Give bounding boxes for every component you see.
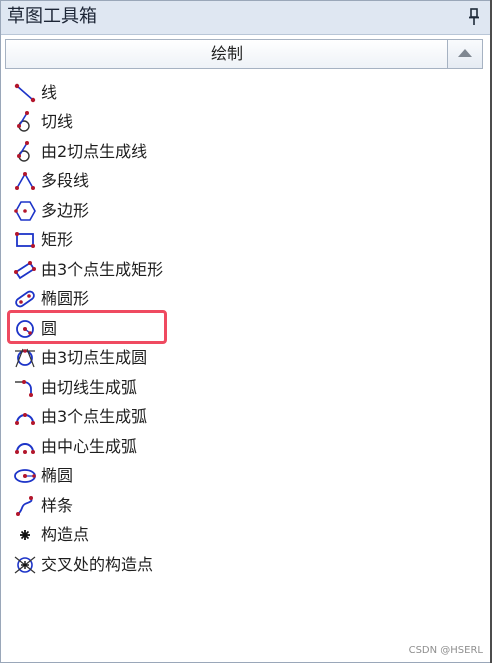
- tool-spline[interactable]: 样条: [11, 491, 471, 521]
- toolbox-title-bar: 草图工具箱: [1, 1, 491, 35]
- tool-line-two-tangents[interactable]: 由2切点生成线: [11, 137, 471, 167]
- rectangle-3pts-icon: [11, 258, 39, 282]
- tool-label: 由2切点生成线: [41, 141, 148, 161]
- rectangle-icon: [11, 228, 39, 252]
- tool-label: 椭圆: [41, 466, 74, 486]
- tool-label: 矩形: [41, 230, 74, 250]
- pin-icon[interactable]: [468, 8, 480, 26]
- tool-circle-3tangents[interactable]: 由3切点生成圆: [11, 344, 471, 374]
- tool-polyline[interactable]: 多段线: [11, 167, 471, 197]
- tool-label: 多边形: [41, 200, 90, 220]
- arc-center-icon: [11, 435, 39, 459]
- tool-rectangle[interactable]: 矩形: [11, 226, 471, 256]
- tool-label: 构造点: [41, 525, 90, 545]
- tool-label: 多段线: [41, 171, 90, 191]
- tool-label: 由中心生成弧: [41, 436, 138, 456]
- oblong-icon: [11, 287, 39, 311]
- line-two-tangents-icon: [11, 140, 39, 164]
- polyline-icon: [11, 169, 39, 193]
- tool-arc-tangent[interactable]: 由切线生成弧: [11, 373, 471, 403]
- line-icon: [11, 81, 39, 105]
- tool-label: 由3个点生成弧: [41, 407, 148, 427]
- tool-polygon[interactable]: 多边形: [11, 196, 471, 226]
- arc-3pts-icon: [11, 405, 39, 429]
- scroll-up-icon: [458, 49, 472, 57]
- spline-icon: [11, 494, 39, 518]
- tangent-line-icon: [11, 110, 39, 134]
- polygon-icon: [11, 199, 39, 223]
- construction-point-icon: [11, 523, 39, 547]
- tool-label: 由切线生成弧: [41, 377, 138, 397]
- tool-ellipse[interactable]: 椭圆: [11, 462, 471, 492]
- tool-label: 由3切点生成圆: [41, 348, 148, 368]
- toolbox-title: 草图工具箱: [7, 6, 97, 27]
- watermark: CSDN @HSERL: [408, 645, 483, 656]
- tool-label: 椭圆形: [41, 289, 90, 309]
- tool-label: 线: [41, 82, 58, 102]
- circle-3tangents-icon: [11, 346, 39, 370]
- ellipse-icon: [11, 464, 39, 488]
- intersection-point-icon: [11, 553, 39, 577]
- circle-tool-highlight: [7, 310, 167, 344]
- tool-label: 交叉处的构造点: [41, 554, 154, 574]
- scroll-up-button[interactable]: [447, 39, 483, 69]
- tool-tangent-line[interactable]: 切线: [11, 108, 471, 138]
- draw-section-label: 绘制: [210, 44, 243, 63]
- tool-label: 由3个点生成矩形: [41, 259, 164, 279]
- tool-label: 切线: [41, 112, 74, 132]
- tool-rectangle-3pts[interactable]: 由3个点生成矩形: [11, 255, 471, 285]
- arc-tangent-icon: [11, 376, 39, 400]
- tool-construction-point[interactable]: 构造点: [11, 521, 471, 551]
- sketch-toolbox-window: 草图工具箱 绘制 线 切线 由2切点生成线 多段线 多边形 矩形 由3个点生成矩…: [0, 0, 492, 663]
- tool-intersection-point[interactable]: 交叉处的构造点: [11, 550, 471, 580]
- tool-arc-center[interactable]: 由中心生成弧: [11, 432, 471, 462]
- tool-line[interactable]: 线: [11, 78, 471, 108]
- draw-section-header[interactable]: 绘制: [5, 39, 449, 69]
- tool-label: 样条: [41, 495, 74, 515]
- tool-arc-3pts[interactable]: 由3个点生成弧: [11, 403, 471, 433]
